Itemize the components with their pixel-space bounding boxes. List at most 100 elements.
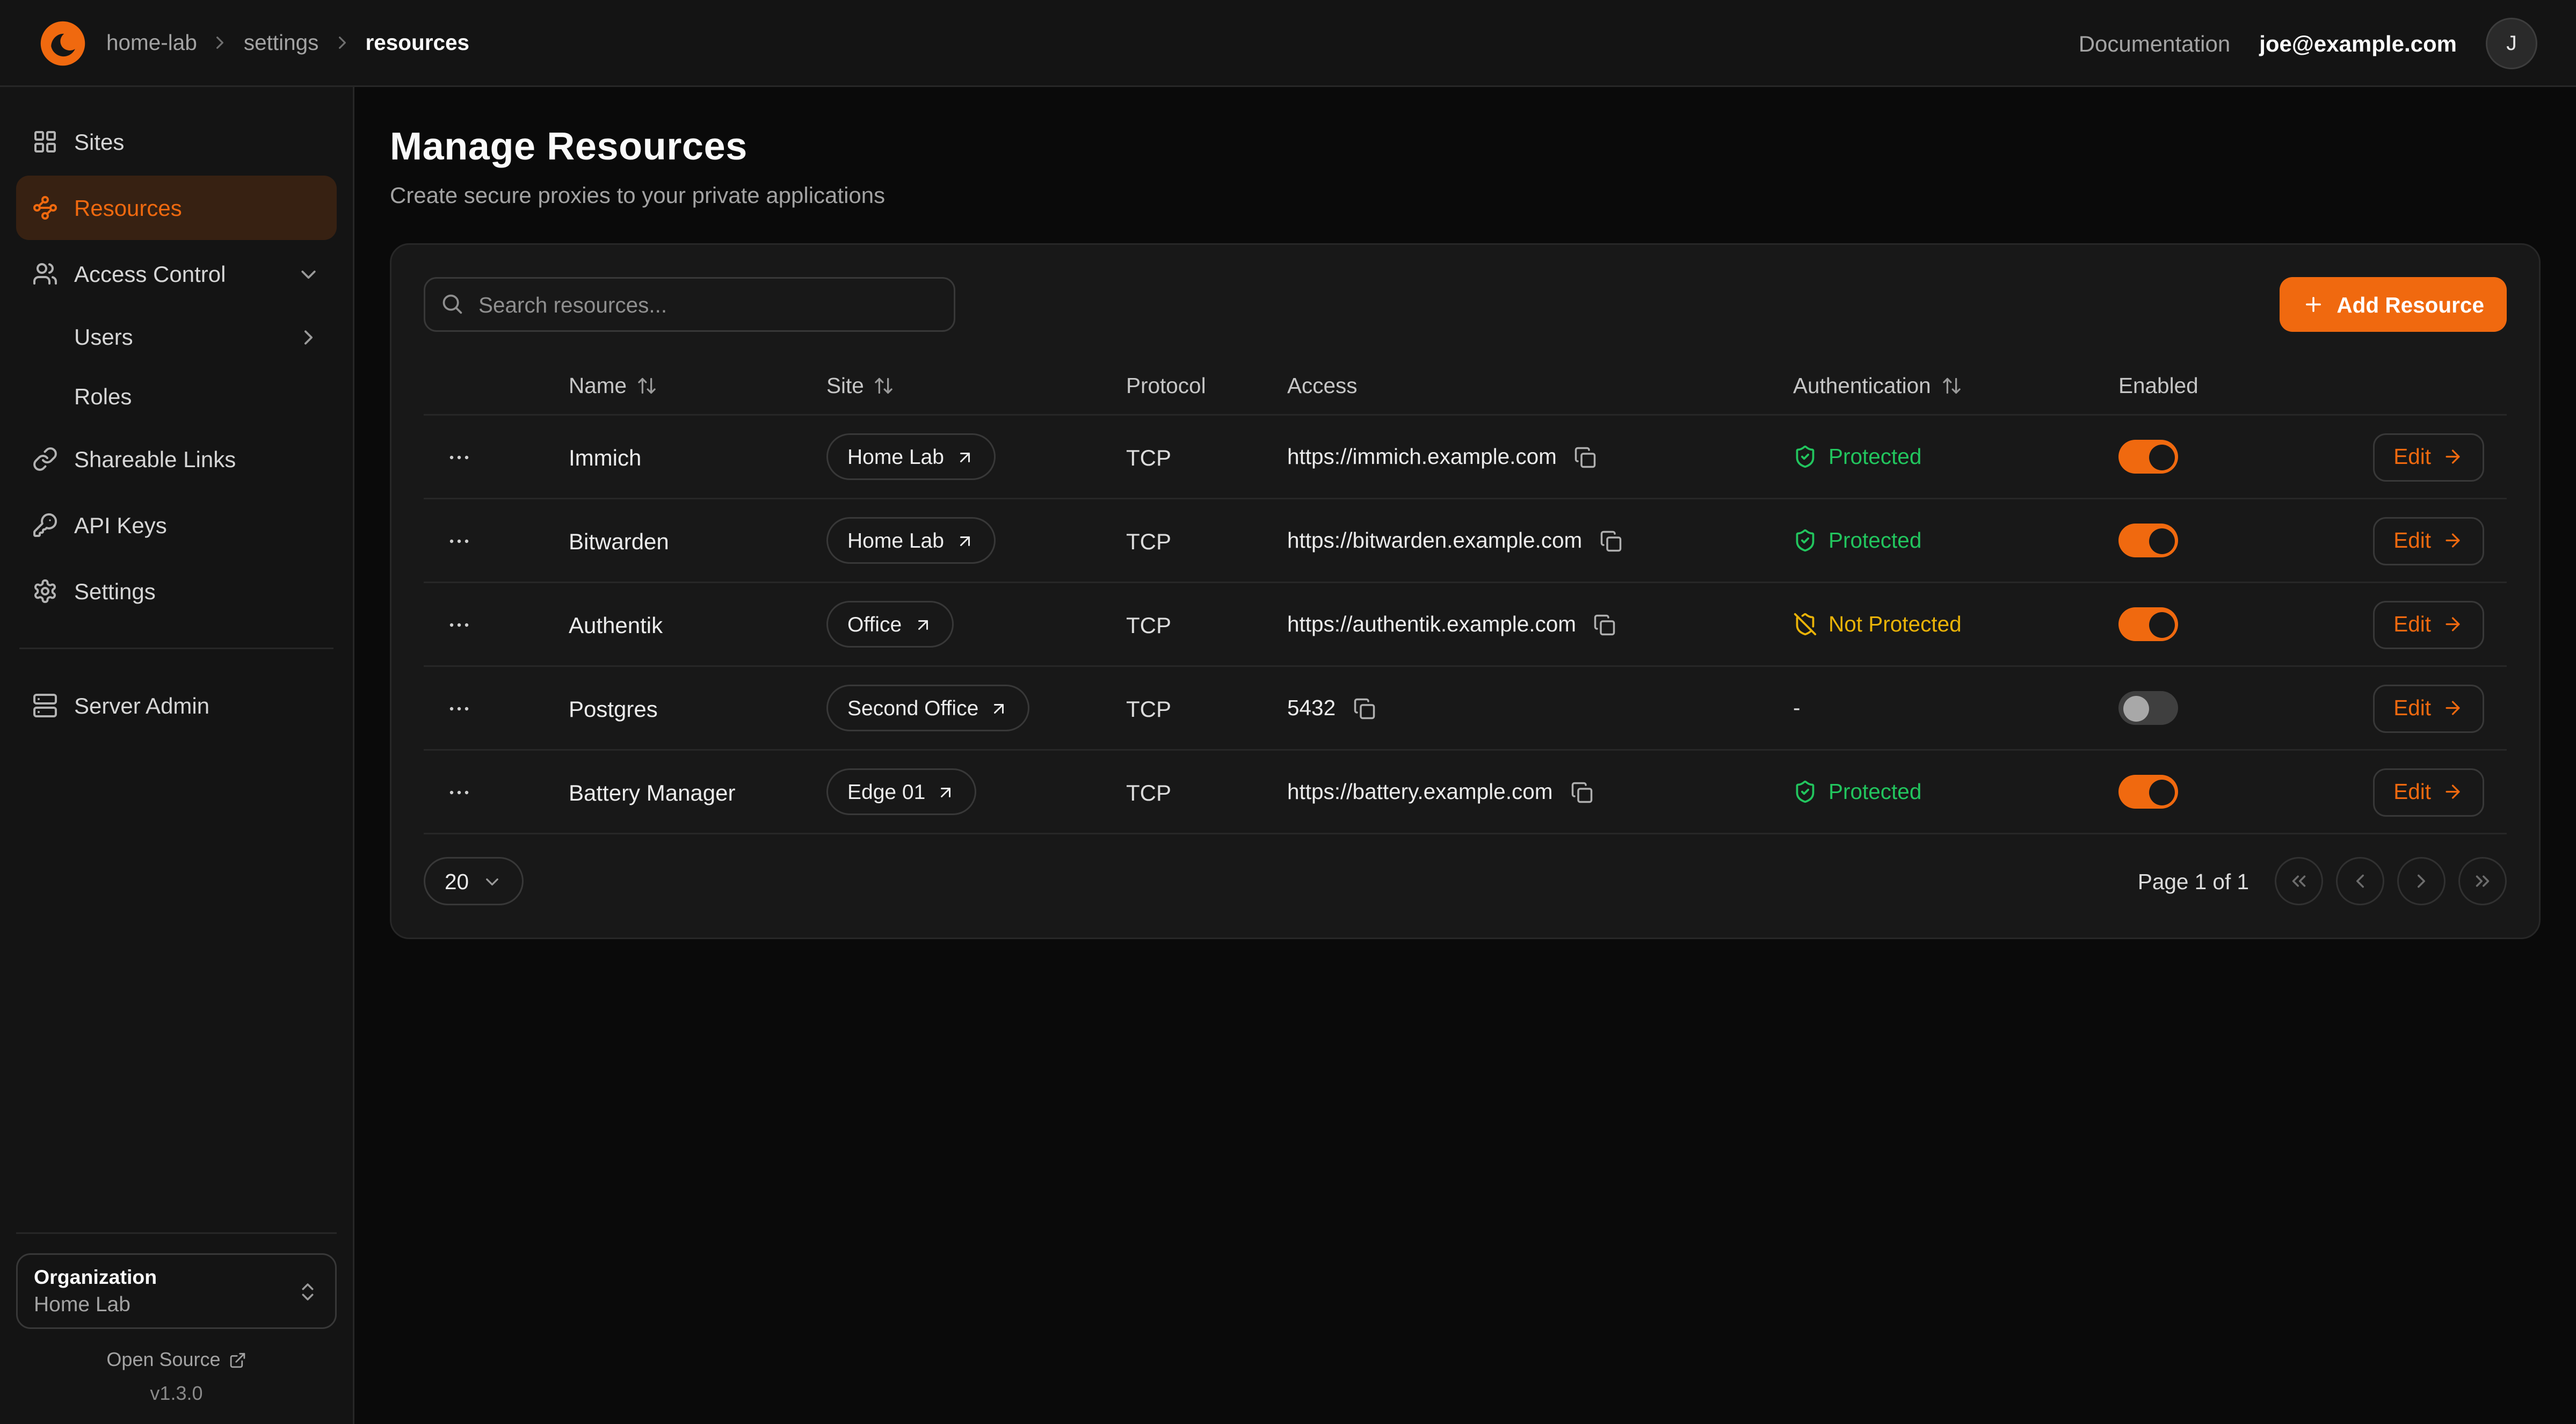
enabled-toggle[interactable] — [2118, 440, 2178, 474]
column-header-site[interactable]: Site — [826, 374, 1126, 398]
site-link[interactable]: Home Lab — [826, 517, 996, 564]
sidebar-item-access-control[interactable]: Access Control — [16, 242, 337, 306]
enabled-toggle[interactable] — [2118, 607, 2178, 641]
sidebar-item-users[interactable]: Users — [16, 308, 337, 366]
page-info: Page 1 of 1 — [2138, 869, 2249, 893]
copy-button[interactable] — [1571, 442, 1600, 471]
edit-button[interactable]: Edit — [2372, 684, 2484, 732]
plus-icon — [2303, 293, 2325, 316]
sort-icon — [636, 375, 657, 396]
resources-card: Add Resource Name Site P — [390, 243, 2541, 939]
sort-icon — [874, 375, 895, 396]
copy-button[interactable] — [1350, 694, 1379, 723]
external-link-icon — [229, 1351, 246, 1369]
toggle-knob — [2149, 612, 2174, 637]
auth-label: - — [1793, 696, 1801, 720]
edit-button[interactable]: Edit — [2372, 600, 2484, 649]
row-menu-button[interactable] — [440, 521, 478, 560]
search-input[interactable] — [424, 277, 955, 332]
prev-page-button[interactable] — [2336, 857, 2384, 905]
row-menu-button[interactable] — [440, 689, 478, 728]
next-page-button[interactable] — [2397, 857, 2446, 905]
organization-selector[interactable]: Organization Home Lab — [16, 1253, 337, 1329]
user-avatar[interactable]: J — [2486, 17, 2537, 69]
copy-button[interactable] — [1567, 778, 1596, 807]
breadcrumb-item-current: resources — [365, 31, 469, 55]
sidebar-item-roles[interactable]: Roles — [16, 367, 337, 425]
sidebar-divider — [19, 648, 333, 649]
resource-access: https://authentik.example.com — [1287, 612, 1576, 636]
chevrons-right-icon — [2471, 870, 2494, 892]
toggle-knob — [2149, 528, 2174, 554]
auth-label: Protected — [1828, 528, 1921, 553]
enabled-toggle[interactable] — [2118, 524, 2178, 557]
breadcrumb-separator-icon — [331, 32, 352, 53]
auth-status: Protected — [1793, 780, 2118, 804]
copy-icon — [1574, 446, 1597, 468]
sidebar-bottom: Organization Home Lab Open Source v1.3.0 — [16, 1232, 337, 1405]
page-size-select[interactable]: 20 — [424, 857, 524, 905]
search-box — [424, 277, 955, 332]
resource-access: https://battery.example.com — [1287, 780, 1552, 804]
last-page-button[interactable] — [2458, 857, 2507, 905]
chevron-right-icon — [296, 325, 321, 349]
sidebar-item-api-keys[interactable]: API Keys — [16, 493, 337, 557]
column-header-name[interactable]: Name — [569, 374, 826, 398]
edit-label: Edit — [2393, 528, 2431, 553]
enabled-toggle[interactable] — [2118, 691, 2178, 725]
sidebar-nav: Sites Resources Access Control Users — [16, 110, 337, 738]
shield-check-icon — [1793, 445, 1817, 469]
breadcrumb-item-org[interactable]: home-lab — [106, 31, 197, 55]
edit-button[interactable]: Edit — [2372, 433, 2484, 481]
copy-button[interactable] — [1591, 610, 1620, 639]
site-link[interactable]: Home Lab — [826, 433, 996, 480]
resource-protocol: TCP — [1126, 779, 1287, 805]
resource-name: Immich — [569, 444, 826, 470]
arrow-right-icon — [2442, 614, 2463, 635]
version-label: v1.3.0 — [16, 1382, 337, 1405]
copy-icon — [1570, 781, 1593, 803]
sidebar: Sites Resources Access Control Users — [0, 87, 354, 1424]
sidebar-item-settings[interactable]: Settings — [16, 559, 337, 623]
site-link[interactable]: Edge 01 — [826, 768, 977, 815]
arrow-right-icon — [2442, 781, 2463, 802]
resource-name: Authentik — [569, 612, 826, 637]
column-header-authentication[interactable]: Authentication — [1793, 374, 2118, 398]
add-resource-button[interactable]: Add Resource — [2280, 277, 2507, 332]
sidebar-item-label: Users — [74, 324, 133, 350]
shield-check-icon — [1793, 528, 1817, 553]
arrow-up-right-icon — [913, 615, 932, 634]
site-link[interactable]: Office — [826, 601, 953, 648]
documentation-link[interactable]: Documentation — [2079, 30, 2231, 56]
site-name: Home Lab — [847, 445, 944, 469]
copy-icon — [1594, 613, 1616, 636]
resource-protocol: TCP — [1126, 528, 1287, 554]
breadcrumb: home-lab settings resources — [106, 31, 469, 55]
user-email: joe@example.com — [2259, 30, 2457, 56]
sidebar-item-sites[interactable]: Sites — [16, 110, 337, 174]
sort-icon — [1941, 375, 1962, 396]
copy-button[interactable] — [1597, 526, 1626, 555]
edit-button[interactable]: Edit — [2372, 517, 2484, 565]
row-menu-button[interactable] — [440, 438, 478, 476]
table-toolbar: Add Resource — [424, 277, 2507, 332]
sidebar-item-shareable-links[interactable]: Shareable Links — [16, 427, 337, 491]
resource-access: https://immich.example.com — [1287, 445, 1557, 469]
enabled-toggle[interactable] — [2118, 775, 2178, 809]
edit-button[interactable]: Edit — [2372, 768, 2484, 816]
row-menu-button[interactable] — [440, 773, 478, 811]
arrow-right-icon — [2442, 698, 2463, 718]
open-source-link[interactable]: Open Source — [16, 1348, 337, 1371]
site-link[interactable]: Second Office — [826, 685, 1030, 731]
breadcrumb-item-settings[interactable]: settings — [244, 31, 319, 55]
pangolin-logo-icon — [39, 19, 87, 67]
key-icon — [32, 512, 58, 538]
site-name: Edge 01 — [847, 780, 925, 804]
first-page-button[interactable] — [2275, 857, 2323, 905]
site-name: Second Office — [847, 696, 978, 720]
chevron-right-icon — [2410, 870, 2433, 892]
sidebar-item-resources[interactable]: Resources — [16, 176, 337, 240]
app-logo[interactable] — [39, 19, 87, 67]
sidebar-item-server-admin[interactable]: Server Admin — [16, 673, 337, 738]
row-menu-button[interactable] — [440, 605, 478, 644]
